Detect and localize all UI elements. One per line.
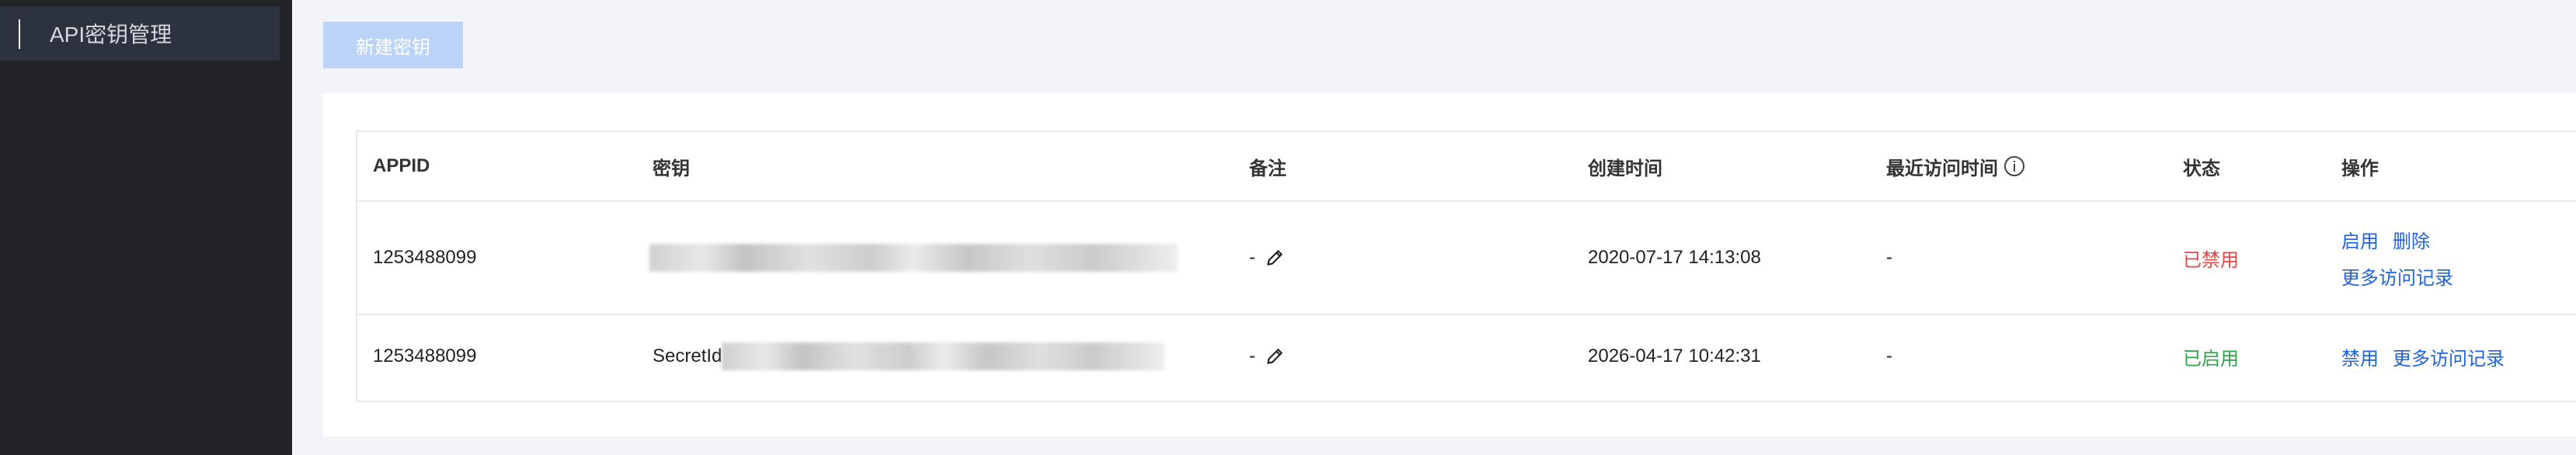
status-badge: 已启用 xyxy=(2183,315,2239,398)
status-text: 已启用 xyxy=(2183,348,2239,370)
created-cell: 2020-07-17 14:13:08 xyxy=(1588,247,1761,268)
key-cell: SecretId xyxy=(653,315,1165,398)
header-appid: APPID xyxy=(373,155,430,176)
note-cell: - xyxy=(1249,315,1285,398)
created-cell: 2026-04-17 10:42:31 xyxy=(1588,346,1761,366)
more-access-records-link[interactable]: 更多访问记录 xyxy=(2393,343,2505,370)
sidebar: API密钥管理 xyxy=(0,0,292,455)
header-status: 状态 xyxy=(2183,158,2220,179)
header-last-access: 最近访问时间 xyxy=(1886,132,2024,200)
keys-table: APPID 密钥 备注 创建时间 最近访问时间 状态 操作 1253488099… xyxy=(356,130,2576,402)
disable-link[interactable]: 禁用 xyxy=(2341,343,2379,370)
appid-cell: 1253488099 xyxy=(373,247,477,268)
header-last-access-label: 最近访问时间 xyxy=(1886,158,1998,179)
pencil-icon[interactable] xyxy=(1265,346,1285,366)
ops-cell: 启用 删除 更多访问记录 xyxy=(2341,202,2467,314)
table-row: 1253488099 - 2020-07-17 14:13:08 - 已禁用 启… xyxy=(357,202,2576,315)
more-access-records-link[interactable]: 更多访问记录 xyxy=(2341,262,2453,290)
table-header-row: APPID 密钥 备注 创建时间 最近访问时间 状态 操作 xyxy=(357,132,2576,202)
secret-id-prefix: SecretId xyxy=(653,346,722,366)
ops-cell: 禁用 更多访问记录 xyxy=(2341,315,2519,398)
header-key: 密钥 xyxy=(653,158,690,179)
masked-secret xyxy=(722,342,1165,370)
sidebar-item-api-key-management[interactable]: API密钥管理 xyxy=(0,6,280,61)
key-cell xyxy=(649,202,1178,314)
header-note: 备注 xyxy=(1249,158,1286,179)
header-ops: 操作 xyxy=(2341,158,2379,179)
enable-link[interactable]: 启用 xyxy=(2341,226,2379,253)
note-value: - xyxy=(1249,247,1255,268)
pencil-icon[interactable] xyxy=(1265,248,1285,268)
main-content: 新建密钥 APPID 密钥 备注 创建时间 最近访问时间 状态 操作 12534… xyxy=(292,0,2576,455)
status-badge: 已禁用 xyxy=(2183,202,2239,314)
last-access-cell: - xyxy=(1886,346,1892,366)
note-value: - xyxy=(1249,346,1255,366)
masked-secret xyxy=(649,244,1178,272)
sidebar-item-label: API密钥管理 xyxy=(50,23,172,47)
info-icon[interactable] xyxy=(2004,156,2024,176)
note-cell: - xyxy=(1249,202,1285,314)
status-text: 已禁用 xyxy=(2183,249,2239,271)
last-access-cell: - xyxy=(1886,247,1892,268)
keys-card: APPID 密钥 备注 创建时间 最近访问时间 状态 操作 1253488099… xyxy=(323,93,2576,436)
table-row: 1253488099 SecretId - 2026-04-17 10:42:3… xyxy=(357,315,2576,398)
new-key-button[interactable]: 新建密钥 xyxy=(323,22,463,68)
appid-cell: 1253488099 xyxy=(373,346,477,366)
delete-link[interactable]: 删除 xyxy=(2393,226,2430,253)
header-created: 创建时间 xyxy=(1588,158,1662,179)
active-indicator xyxy=(19,19,20,49)
